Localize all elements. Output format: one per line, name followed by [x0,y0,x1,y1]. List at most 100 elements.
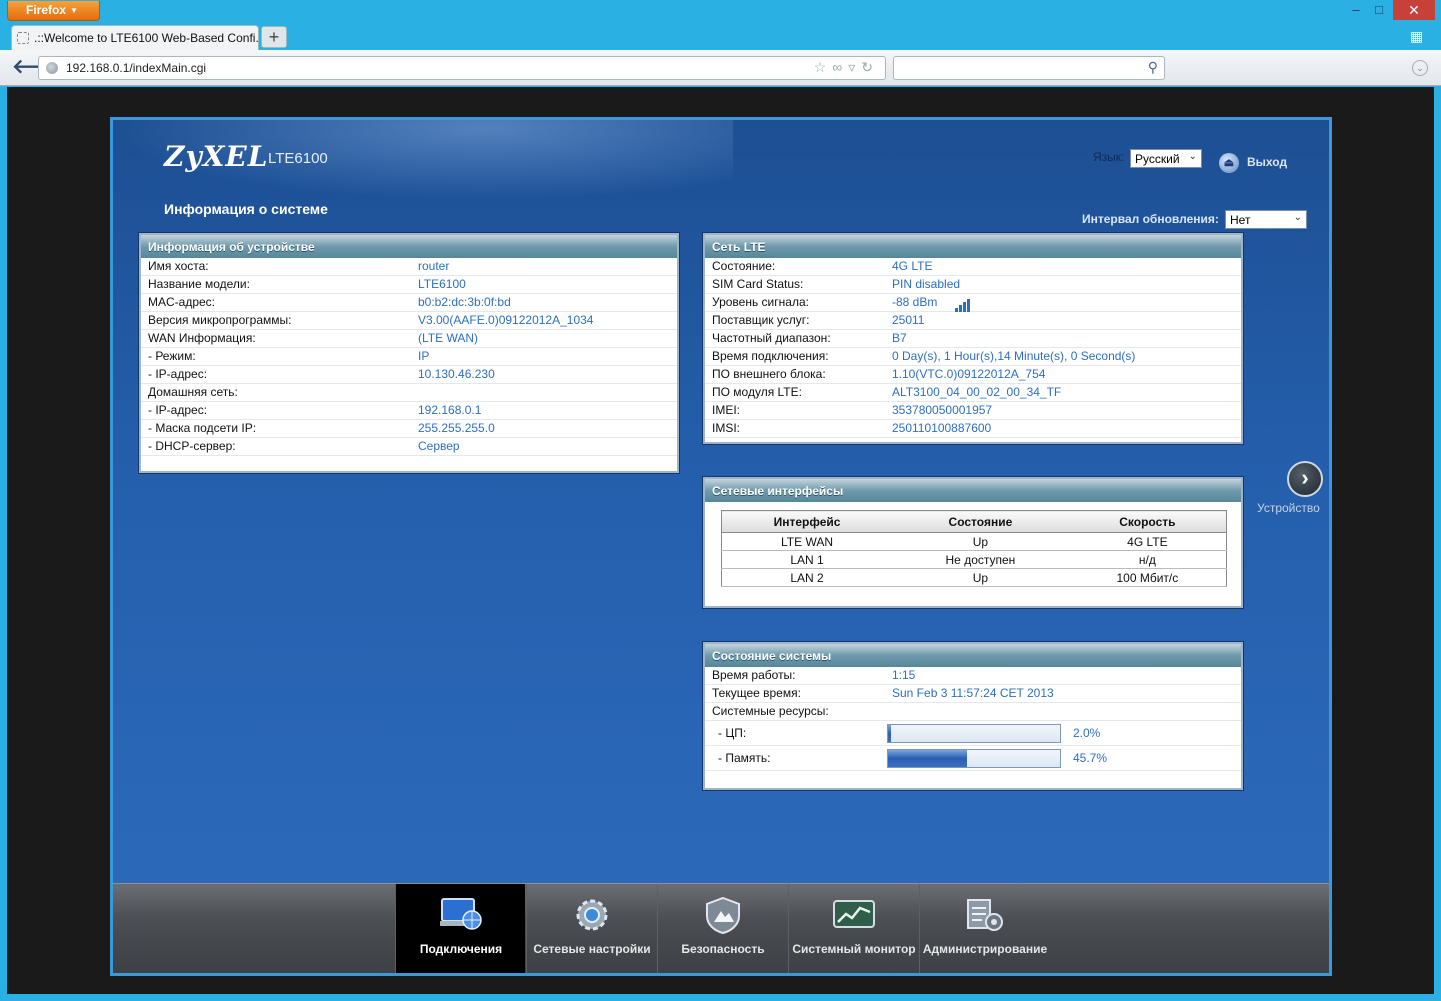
row-value: 250110100887600 [892,421,992,435]
memory-value: 45.7% [1073,751,1108,765]
row-label: SIM Card Status: [712,277,804,291]
tab-groups-icon[interactable]: ▦ [1410,28,1426,44]
device-info-panel: Информация об устройстве Имя хоста: route… [139,233,679,473]
model-name: LTE6100 [268,150,328,167]
nav-connections-label: Подключения [419,942,503,956]
interfaces-title: Сетевые интерфейсы [705,479,1241,502]
table-cell: LAN 1 [721,550,893,569]
table-cell: LAN 2 [721,568,893,587]
firefox-menu-button[interactable]: Firefox ▼ [7,1,100,21]
nav-system-monitor[interactable]: Системный монитор [788,884,918,973]
table-cell: LTE WAN [721,532,893,551]
maximize-button[interactable]: □ [1365,0,1393,20]
row-label: - DHCP-сервер: [148,439,236,453]
table-row: LAN 1 Не доступен н/д [721,550,1227,569]
list-item: MAC-адрес: b0:b2:dc:3b:0f:bd [141,294,677,312]
browser-tab[interactable]: .::Welcome to LTE6100 Web-Based Confi... [11,25,259,50]
table-row: LAN 2 Up 100 Мбит/с [721,568,1227,587]
memory-progress-bar [887,749,1061,768]
address-bar[interactable]: 192.168.0.1/indexMain.cgi ☆∞▿↻ [38,56,886,80]
dropdown-arrow-icon[interactable]: ▿ [848,59,861,75]
row-value: LTE6100 [418,277,466,291]
row-value: 353780050001957 [892,403,993,417]
logout-icon[interactable]: ⏏ [1219,153,1239,173]
row-label: - IP-адрес: [148,403,208,417]
globe-icon [46,62,58,74]
row-label: MAC-адрес: [148,295,216,309]
row-value: 25011 [892,313,925,327]
list-item: WAN Информация: (LTE WAN) [141,330,677,348]
logout-link[interactable]: Выход [1247,155,1287,169]
table-cell: н/д [1068,550,1227,569]
close-window-button[interactable]: ✕ [1393,0,1435,20]
chevron-down-icon: ⌄ [1293,212,1302,223]
list-item: ПО модуля LTE: ALT3100_04_00_02_00_34_TF [705,384,1241,402]
urlbar-icons: ☆∞▿↻ [814,59,879,76]
row-value: 192.168.0.1 [418,403,482,417]
zyxel-logo: ZyXEL [164,140,269,173]
table-cell: Не доступен [892,550,1069,569]
shield-icon [706,896,740,934]
gear-icon [576,899,608,931]
row-value: router [418,259,450,273]
nav-system-monitor-label: Системный монитор [792,942,916,956]
nav-administration-label: Администрирование [922,942,1048,956]
signal-bars-icon [955,295,971,312]
list-item: Имя хоста: router [141,258,677,276]
system-status-title: Состояние системы [705,644,1241,667]
new-tab-button[interactable]: + [261,26,287,48]
row-label: IMSI: [712,421,741,435]
network-monitor-icon [440,898,482,930]
search-icon[interactable]: ⚲ [1148,59,1158,76]
caret-down-icon: ▼ [70,6,78,15]
row-label: - Маска подсети IP: [148,421,257,435]
interfaces-table: Интерфейс Состояние Скорость LTE WAN Up 4G L… [721,510,1227,587]
list-item: - IP-адрес: 192.168.0.1 [141,402,677,420]
device-info-title: Информация об устройстве [141,235,677,258]
reload-icon[interactable]: ↻ [861,59,879,75]
nav-network-settings[interactable]: Сетевые настройки [526,884,656,973]
row-value: PIN disabled [892,277,961,291]
memory-label: - Память: [718,751,771,765]
chevron-right-icon[interactable]: › [1287,461,1323,497]
row-value: -88 dBm [892,295,938,309]
row-value: (LTE WAN) [418,331,478,345]
list-item: - Маска подсети IP: 255.255.255.0 [141,420,677,438]
refresh-interval-select[interactable]: Нет ⌄ [1225,210,1307,229]
next-page-label[interactable]: Устройство [1257,501,1320,515]
reader-glasses-icon[interactable]: ∞ [832,59,848,75]
list-item: SIM Card Status: PIN disabled [705,276,1241,294]
nav-security-label: Безопасность [681,942,765,956]
table-body: LTE WAN Up 4G LTE LAN 1 Не доступен н/д LAN 2U… [721,532,1227,587]
cpu-label: - ЦП: [718,726,747,740]
column-header: Скорость [1068,510,1227,533]
list-item: IMEI: 353780050001957 [705,402,1241,420]
url-text: 192.168.0.1/indexMain.cgi [66,61,207,75]
language-select[interactable]: Русский ⌄ [1130,149,1202,168]
row-value: 4G LTE [892,259,933,273]
router-web-ui: ZyXEL LTE6100 Информация о системе Язык:… [110,117,1332,976]
row-value: 1.10(VTC.0)09122012A_754 [892,367,1046,381]
back-button[interactable]: 🡐 [12,57,66,79]
table-cell: 4G LTE [1068,532,1227,551]
refresh-interval-label: Интервал обновления: [1082,212,1219,226]
list-item: Версия микропрограммы: V3.00(AAFE.0)09122… [141,312,677,330]
row-label: - IP-адрес: [148,367,208,381]
row-label: Имя хоста: [148,259,209,273]
list-item: - IP-адрес: 10.130.46.230 [141,366,677,384]
system-status-panel: Состояние системы Время работы: 1:15 Теку… [703,642,1243,790]
resources-row: Системные ресурсы: [705,703,1241,721]
search-input[interactable]: ⚲ [893,56,1165,80]
time-label: Текущее время: [712,686,801,700]
nav-security[interactable]: Безопасность [657,884,787,973]
language-selected-value: Русский [1135,152,1180,166]
nav-connections[interactable]: Подключения [395,884,525,973]
nav-administration[interactable]: Администрирование [919,884,1049,973]
downloads-icon[interactable]: ⌄ [1412,60,1428,76]
bookmark-star-icon[interactable]: ☆ [814,59,833,75]
time-value: Sun Feb 3 11:57:24 CET 2013 [892,686,1054,700]
table-header-row: Интерфейс Состояние Скорость [721,510,1227,533]
chevron-down-icon: ⌄ [1188,151,1197,162]
row-label: Название модели: [148,277,250,291]
table-row: LTE WAN Up 4G LTE [721,532,1227,551]
